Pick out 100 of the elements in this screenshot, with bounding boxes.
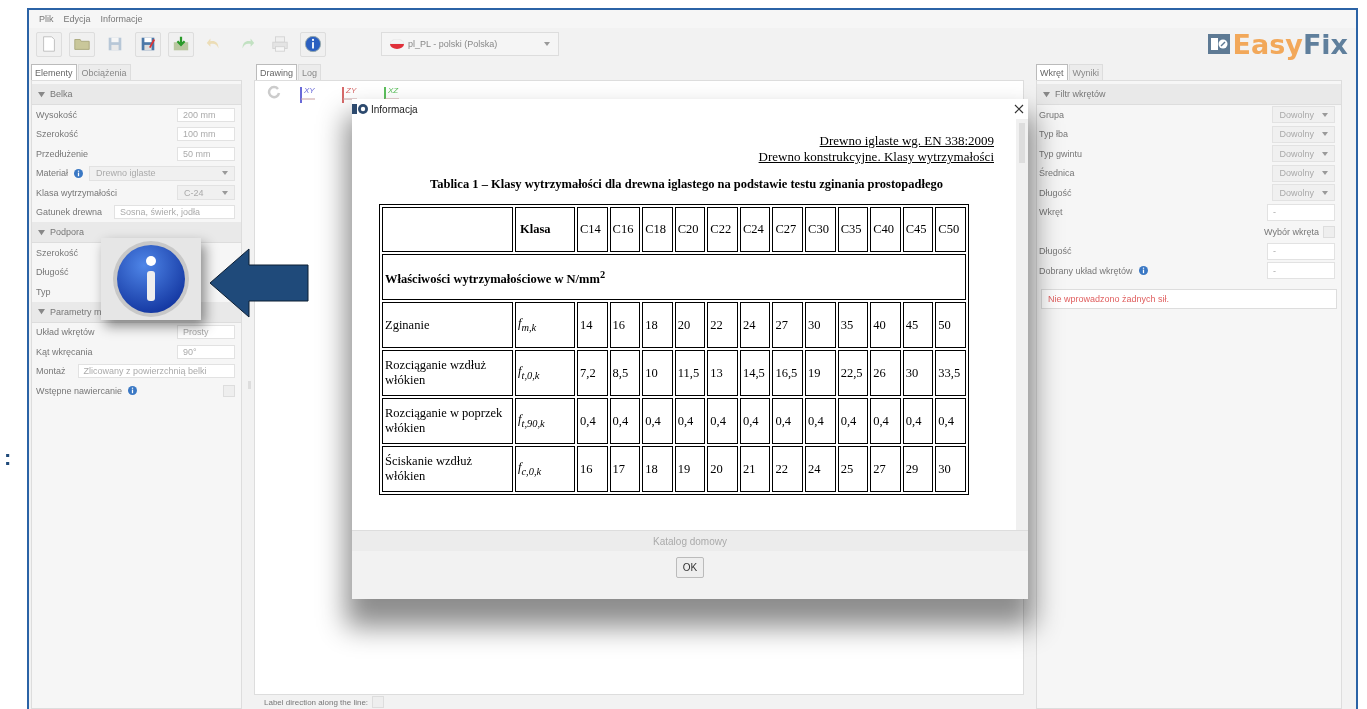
- dropdown-field[interactable]: C-24: [177, 185, 235, 201]
- dropdown-field[interactable]: Dowolny: [1272, 106, 1335, 124]
- collapse-triangle-icon[interactable]: [1043, 90, 1050, 98]
- save-as-button[interactable]: [135, 31, 161, 57]
- input-field[interactable]: -: [1267, 262, 1335, 280]
- option-label: Label direction along the line:: [264, 697, 369, 707]
- section-title[interactable]: Parametry m: [50, 306, 102, 317]
- input-field[interactable]: -: [1267, 242, 1335, 260]
- menu-item[interactable]: Plik: [39, 14, 54, 24]
- table-section-cell: Właściwości wytrzymałościowe w N/mm$^{2}$: [382, 254, 966, 300]
- field-label: Typ: [36, 286, 51, 297]
- table-cell: 0,4: [609, 398, 641, 444]
- dropdown-arrow-icon: [1322, 132, 1328, 137]
- table-cell: 16: [577, 446, 608, 492]
- table-cell: 22: [707, 302, 738, 348]
- dropdown-arrow-icon: [1322, 171, 1328, 176]
- table-cell: 18: [642, 302, 673, 348]
- section-title[interactable]: Podpora: [50, 227, 85, 237]
- dropdown-field[interactable]: Dowolny: [1272, 145, 1335, 163]
- table-header-cell: C45: [902, 207, 934, 252]
- table-cell: 14: [577, 302, 608, 348]
- table-header-cell: C40: [870, 207, 901, 252]
- dropdown-arrow-icon: [1322, 112, 1328, 117]
- input-field[interactable]: 50 mm: [177, 146, 235, 161]
- dropdown-arrow-icon: [222, 171, 228, 176]
- section-title[interactable]: Belka: [50, 89, 73, 99]
- input-field[interactable]: Sosna, świerk, jodła: [114, 205, 235, 220]
- field-label: Typ łba: [1039, 129, 1069, 140]
- table-cell: 0,4: [935, 398, 966, 444]
- field-label: Dobrany układ wkrętów: [1039, 265, 1133, 276]
- download-icon: [172, 35, 190, 53]
- warning-message: Nie wprowadzono żadnych sił.: [1041, 288, 1337, 309]
- input-field[interactable]: -: [1267, 203, 1335, 221]
- new-button[interactable]: [36, 31, 62, 57]
- field-label: Długość: [36, 267, 69, 278]
- table-header-cell: C35: [837, 207, 869, 252]
- menu-item[interactable]: Edycja: [63, 14, 91, 24]
- document-heading: Drewno konstrukcyjne. Klasy wytrzymałości: [757, 149, 994, 165]
- dropdown-arrow-icon: [544, 42, 550, 46]
- table-cell: 8,5: [609, 350, 641, 396]
- dropdown-field[interactable]: Dowolny: [1272, 125, 1335, 143]
- input-field[interactable]: Zlicowany z powierzchnią belki: [77, 364, 235, 379]
- footer-label: Katalog domowy: [653, 535, 727, 547]
- input-field[interactable]: 90°: [177, 344, 235, 359]
- dropdown-arrow-icon: [222, 190, 228, 195]
- table-header-cell: C27: [772, 207, 804, 252]
- table-cell: 16: [609, 302, 641, 348]
- table-cell: Rozciąganie w poprzek włókien: [382, 398, 513, 444]
- table-cell: 29: [902, 446, 934, 492]
- panel-tab[interactable]: Wyniki: [1068, 64, 1103, 80]
- field-label: Materiał: [36, 168, 68, 179]
- panel-tab[interactable]: Obciążenia: [77, 64, 131, 80]
- view-tab[interactable]: Log: [298, 64, 322, 80]
- dropdown-field[interactable]: Drewno iglaste: [89, 165, 235, 181]
- table-cell: 16,5: [772, 350, 804, 396]
- table-cell: 24: [805, 446, 836, 492]
- input-field[interactable]: 200 mm: [177, 107, 235, 122]
- table-cell: 7,2: [577, 350, 608, 396]
- field-label: Szerokość: [36, 129, 79, 140]
- table-cell: 30: [805, 302, 836, 348]
- view-tab[interactable]: Drawing: [256, 64, 297, 80]
- table-cell: Rozciąganie wzdłuż włókien: [382, 350, 513, 396]
- field-label: Przedłużenie: [36, 148, 89, 159]
- open-button[interactable]: [69, 31, 95, 57]
- table-cell: Zginanie: [382, 302, 513, 348]
- ok-button[interactable]: OK: [675, 557, 705, 578]
- panel-tab[interactable]: Elementy: [31, 64, 77, 80]
- refresh-icon[interactable]: [267, 85, 281, 99]
- section-header[interactable]: Filtr wkrętów: [1037, 84, 1341, 105]
- table-cell: 0,4: [739, 398, 771, 444]
- table-header-cell: C50: [935, 207, 966, 252]
- input-field[interactable]: Prosty: [177, 325, 235, 340]
- close-icon[interactable]: [1014, 104, 1024, 114]
- axis-view-button[interactable]: XY: [297, 85, 323, 105]
- table-cell: f$_{t,0,k}$: [515, 350, 575, 396]
- checkbox[interactable]: [223, 384, 235, 397]
- field-label: Gatunek drewna: [36, 207, 103, 218]
- table-cell: 0,4: [870, 398, 901, 444]
- dropdown-field[interactable]: Dowolny: [1272, 184, 1335, 202]
- table-cell: 18: [642, 446, 673, 492]
- axis-view-button[interactable]: ZY: [339, 85, 365, 105]
- field-label: Typ gwintu: [1039, 148, 1083, 159]
- collapse-triangle-icon[interactable]: [38, 90, 45, 98]
- table-cell: 27: [870, 446, 901, 492]
- field-label: Długość: [1039, 187, 1072, 198]
- input-field[interactable]: 100 mm: [177, 127, 235, 142]
- checkbox[interactable]: [1323, 225, 1335, 238]
- export-button[interactable]: [168, 31, 194, 57]
- panel-tab[interactable]: Wkręt: [1036, 64, 1068, 80]
- table-cell: 25: [837, 446, 869, 492]
- language-select[interactable]: pl_PL - polski (Polska): [381, 32, 559, 56]
- dropdown-arrow-icon: [1322, 151, 1328, 156]
- dropdown-field[interactable]: Dowolny: [1272, 164, 1335, 182]
- table-cell: f$_{m,k}$: [515, 302, 575, 348]
- info-button[interactable]: [300, 31, 326, 57]
- menu-item[interactable]: Informacje: [100, 14, 143, 24]
- collapse-triangle-icon[interactable]: [38, 228, 45, 236]
- field-label: Wysokość: [36, 109, 77, 120]
- collapse-triangle-icon[interactable]: [38, 308, 45, 315]
- flag-icon: [390, 39, 404, 49]
